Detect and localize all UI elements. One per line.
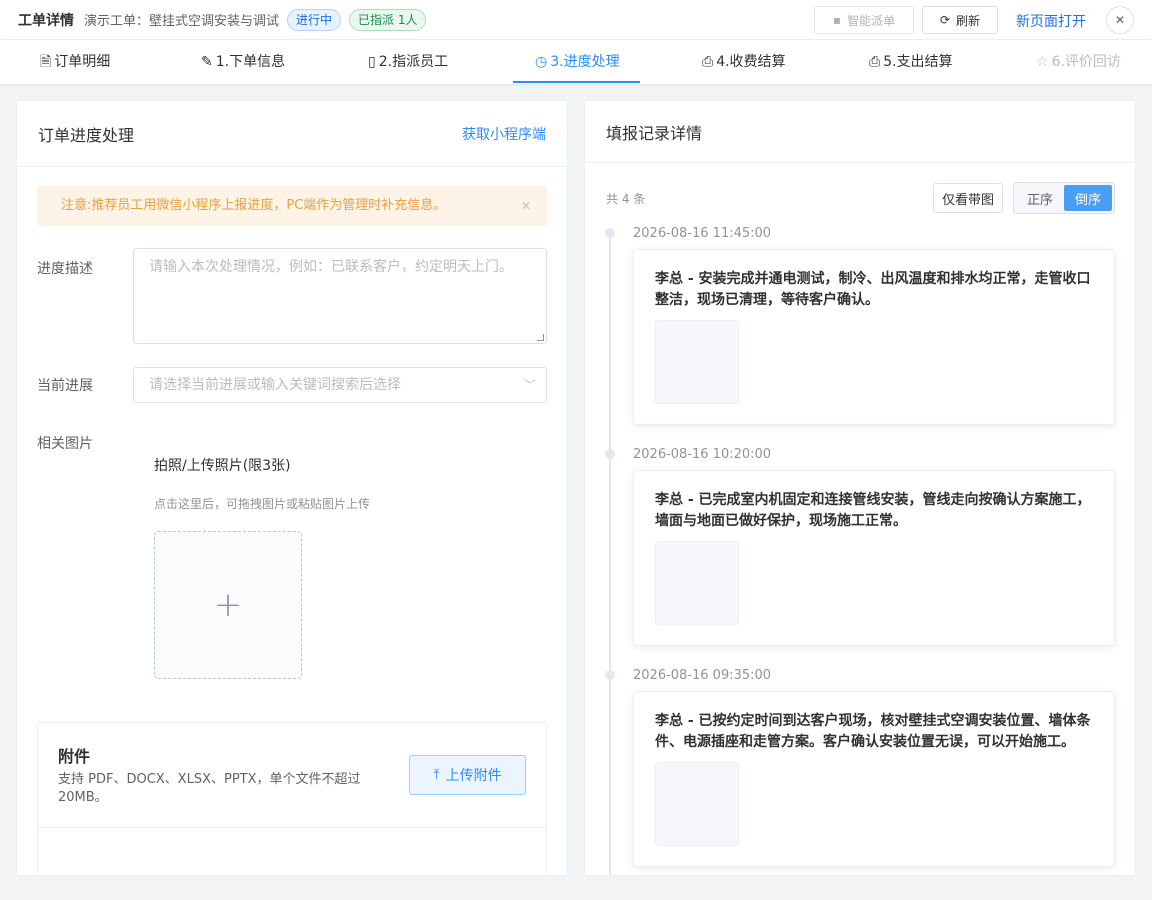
panel-title: 订单进度处理: [38, 125, 135, 145]
refresh-button[interactable]: ⟳ 刷新: [922, 6, 998, 34]
notice-text: 注意:推荐员工用微信小程序上报进度，PC端作为管理时补充信息。: [61, 198, 447, 213]
record-card: 李总 - 安装完成并通电测试，制冷、出风温度和排水均正常，走管收口整洁，现场已清…: [633, 249, 1115, 425]
smart-dispatch-button[interactable]: ▪ 智能派单: [814, 6, 914, 34]
record-time: 2026-08-16 09:35:00: [633, 668, 772, 683]
only-images-button[interactable]: 仅看带图: [933, 183, 1003, 213]
tab-label: 6.评价回访: [1051, 54, 1121, 70]
mini-program-link[interactable]: 获取小程序端: [462, 124, 546, 144]
tab-assign-staff[interactable]: ▯ 2.指派员工: [368, 40, 448, 84]
sort-desc-button[interactable]: 倒序: [1064, 185, 1112, 211]
tab-label: 5.支出结算: [883, 54, 953, 70]
page-title: 工单详情: [18, 12, 74, 29]
document-icon: 🗎: [40, 54, 52, 70]
sort-asc-button[interactable]: 正序: [1016, 185, 1064, 211]
upload-icon: ⤒: [433, 767, 440, 783]
tab-review-visit[interactable]: ☆ 6.评价回访: [1036, 40, 1121, 84]
work-order-subtitle: 演示工单：壁挂式空调安装与调试: [84, 14, 280, 29]
record-time: 2026-08-16 10:20:00: [633, 447, 772, 462]
images-label: 相关图片: [37, 436, 93, 452]
new-page-link[interactable]: 新页面打开: [1016, 11, 1086, 31]
sort-toggle: 正序 倒序: [1013, 182, 1115, 214]
upload-title: 拍照/上传照片(限3张): [154, 458, 291, 474]
panel-title: 填报记录详情: [606, 123, 703, 143]
attachment-section: 附件 支持 PDF、DOCX、XLSX、PPTX，单个文件不超过 20MB。 ⤒…: [37, 722, 547, 875]
upload-attachment-label: 上传附件: [445, 768, 502, 784]
record-count: 共 4 条: [606, 192, 646, 206]
record-text: 李总 - 已按约定时间到达客户现场，核对壁挂式空调安装位置、墙体条件、电源插座和…: [655, 713, 1091, 750]
record-card: 李总 - 已按约定时间到达客户现场，核对壁挂式空调安装位置、墙体条件、电源插座和…: [633, 691, 1115, 867]
tab-order-detail[interactable]: 🗎 订单明细: [40, 40, 110, 84]
smart-dispatch-label: 智能派单: [847, 13, 896, 28]
records-panel: 填报记录详情 共 4 条 仅看带图 正序 倒序 2026-08-16 11:45…: [584, 100, 1136, 876]
divider: [38, 827, 546, 828]
plus-icon: +: [213, 585, 243, 625]
status-badge: 进行中: [287, 8, 342, 31]
tab-label: 2.指派员工: [378, 54, 449, 70]
clock-icon: ◷: [535, 54, 548, 70]
tab-label: 1.下单信息: [215, 54, 286, 70]
printer-icon: ⎙: [869, 54, 881, 70]
record-image-thumbnail[interactable]: [655, 541, 739, 625]
notice-alert: 注意:推荐员工用微信小程序上报进度，PC端作为管理时补充信息。 ✕: [37, 186, 547, 226]
attachment-desc: 支持 PDF、DOCX、XLSX、PPTX，单个文件不超过 20MB。: [58, 772, 361, 805]
current-progress-label: 当前进展: [37, 378, 93, 394]
tab-progress[interactable]: ◷ 3.进度处理: [535, 40, 620, 84]
tab-label: 4.收费结算: [716, 54, 786, 70]
tablet-icon: ▯: [368, 54, 376, 70]
image-upload-dropzone[interactable]: +: [154, 531, 302, 679]
attachment-title: 附件: [58, 747, 91, 766]
timeline-dot: [605, 228, 615, 238]
progress-form-panel: 订单进度处理 获取小程序端 注意:推荐员工用微信小程序上报进度，PC端作为管理时…: [16, 100, 568, 876]
record-text: 李总 - 已完成室内机固定和连接管线安装，管线走向按确认方案施工，墙面与地面已做…: [655, 492, 1091, 529]
assign-badge: 已指派 1人: [349, 8, 427, 31]
close-icon[interactable]: ✕: [521, 186, 531, 226]
dispatch-icon: ▪: [832, 13, 842, 27]
tab-charge-settlement[interactable]: ⎙ 4.收费结算: [702, 40, 786, 84]
star-icon: ☆: [1036, 54, 1049, 70]
tab-label: 订单明细: [54, 54, 111, 70]
timeline-dot: [605, 670, 615, 680]
panel-header: 订单进度处理 获取小程序端: [17, 101, 567, 167]
timeline-dot: [605, 449, 615, 459]
chevron-down-icon: ﹀: [523, 378, 536, 392]
refresh-icon: ⟳: [939, 13, 951, 27]
printer-icon: ⎙: [702, 54, 714, 70]
progress-desc-placeholder: 请输入本次处理情况，例如：已联系客户，约定明天上门。: [149, 259, 513, 275]
record-image-thumbnail[interactable]: [655, 762, 739, 846]
upload-attachment-button[interactable]: ⤒ 上传附件: [409, 755, 526, 795]
active-tab-indicator: [513, 81, 640, 83]
timeline-line: [609, 233, 611, 875]
close-icon[interactable]: ✕: [1106, 6, 1134, 34]
step-tabs: 🗎 订单明细 ✎ 1.下单信息 ▯ 2.指派员工 ◷ 3.进度处理 ⎙ 4.收费…: [0, 40, 1152, 84]
tab-order-info[interactable]: ✎ 1.下单信息: [201, 40, 285, 84]
current-progress-select[interactable]: 请选择当前进展或输入关键词搜索后选择 ﹀: [133, 367, 547, 403]
record-card: 李总 - 已完成室内机固定和连接管线安装，管线走向按确认方案施工，墙面与地面已做…: [633, 470, 1115, 646]
current-progress-placeholder: 请选择当前进展或输入关键词搜索后选择: [149, 377, 401, 393]
pen-icon: ✎: [201, 54, 213, 70]
resize-handle-icon[interactable]: [537, 334, 544, 341]
record-text: 李总 - 安装完成并通电测试，制冷、出风温度和排水均正常，走管收口整洁，现场已清…: [655, 271, 1091, 308]
upload-hint: 点击这里后，可拖拽图片或粘贴图片上传: [154, 497, 371, 511]
tab-expense-settlement[interactable]: ⎙ 5.支出结算: [869, 40, 953, 84]
refresh-label: 刷新: [956, 13, 981, 28]
progress-desc-label: 进度描述: [37, 261, 93, 277]
record-time: 2026-08-16 11:45:00: [633, 226, 772, 241]
panel-header: 填报记录详情: [585, 101, 1135, 163]
record-image-thumbnail[interactable]: [655, 320, 739, 404]
tab-label: 3.进度处理: [550, 54, 620, 70]
progress-desc-input[interactable]: 请输入本次处理情况，例如：已联系客户，约定明天上门。: [133, 248, 547, 344]
